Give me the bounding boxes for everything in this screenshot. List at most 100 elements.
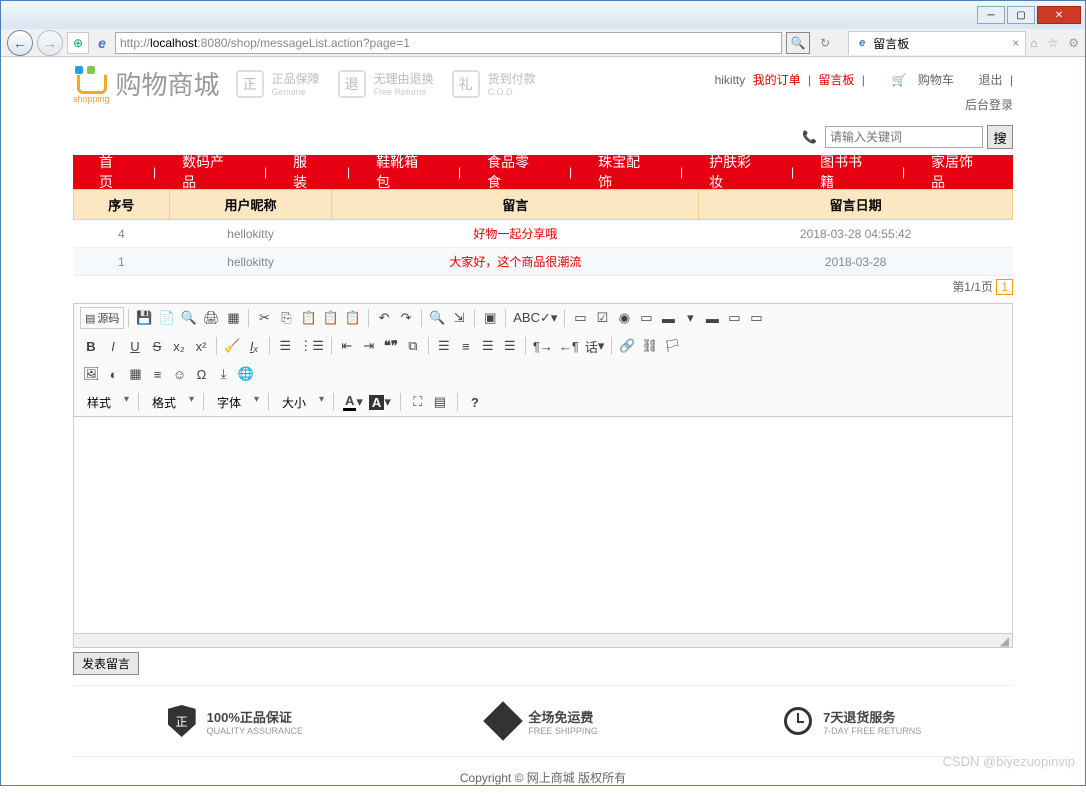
image-icon[interactable]: 🖼: [80, 363, 103, 385]
font-dropdown[interactable]: 字体: [210, 392, 262, 413]
close-button[interactable]: ✕: [1037, 6, 1081, 24]
logout-link[interactable]: 退出: [979, 73, 1003, 87]
flash-icon[interactable]: ◐: [103, 363, 125, 385]
align-left-icon[interactable]: ☰: [433, 335, 455, 357]
size-dropdown[interactable]: 大小: [275, 392, 327, 413]
favorites-icon[interactable]: ☆: [1047, 36, 1058, 50]
styles-dropdown[interactable]: 样式: [80, 392, 132, 413]
nav-item[interactable]: 数码产品: [156, 152, 264, 192]
tab-close-icon[interactable]: ×: [1012, 36, 1019, 50]
checkbox-icon[interactable]: ☑: [591, 307, 613, 329]
search-button[interactable]: 搜: [987, 125, 1013, 149]
select-all-icon[interactable]: ▣: [479, 307, 501, 329]
table-icon[interactable]: ▦: [125, 363, 147, 385]
settings-icon[interactable]: ⚙: [1068, 36, 1079, 50]
paste-text-icon[interactable]: 📋: [320, 307, 342, 329]
page-current[interactable]: 1: [996, 279, 1013, 295]
ltr-icon[interactable]: ¶→: [530, 335, 556, 357]
bg-color-icon[interactable]: A▾: [366, 391, 394, 413]
hr-icon[interactable]: ≡: [147, 363, 169, 385]
nav-item[interactable]: 珠宝配饰: [572, 152, 680, 192]
about-icon[interactable]: ?: [464, 391, 486, 413]
iframe-icon[interactable]: 🌐: [235, 363, 257, 385]
templates-icon[interactable]: ▦: [222, 307, 244, 329]
spellcheck-icon[interactable]: ABC✓▾: [510, 307, 560, 329]
cart-link[interactable]: 购物车: [918, 73, 954, 87]
search-toggle[interactable]: 🔍: [786, 32, 810, 54]
anchor-icon[interactable]: 🏳: [661, 335, 684, 357]
specialchar-icon[interactable]: Ω: [191, 363, 213, 385]
paste-word-icon[interactable]: 📋: [342, 307, 364, 329]
maximize-icon[interactable]: ⛶: [407, 391, 429, 413]
find-icon[interactable]: 🔍: [426, 307, 448, 329]
clear-format-icon[interactable]: Iₓ: [243, 335, 265, 357]
ul-icon[interactable]: ⋮☰: [296, 335, 327, 357]
nav-item[interactable]: 家居饰品: [905, 152, 1013, 192]
search-input[interactable]: [825, 126, 983, 148]
new-page-icon[interactable]: 📄: [156, 307, 178, 329]
strike-icon[interactable]: S: [146, 335, 168, 357]
paste-icon[interactable]: 📋: [297, 307, 319, 329]
div-icon[interactable]: ⧉: [402, 335, 424, 357]
link-icon[interactable]: 🔗: [616, 335, 638, 357]
showblocks-icon[interactable]: ▤: [429, 391, 451, 413]
maximize-button[interactable]: ▢: [1007, 6, 1035, 24]
language-dropdown[interactable]: 话▾: [582, 335, 608, 357]
refresh-button[interactable]: ↻: [814, 36, 836, 50]
editor-body[interactable]: [74, 417, 1012, 633]
preview-icon[interactable]: 🔍: [178, 307, 200, 329]
superscript-icon[interactable]: x²: [190, 335, 212, 357]
print-icon[interactable]: 🖨: [200, 307, 223, 329]
text-color-icon[interactable]: A▾: [340, 391, 366, 413]
cut-icon[interactable]: ✂: [253, 307, 275, 329]
outdent-icon[interactable]: ⇤: [336, 335, 358, 357]
nav-item[interactable]: 食品零食: [461, 152, 569, 192]
form-icon[interactable]: ▭: [569, 307, 591, 329]
indent-icon[interactable]: ⇥: [358, 335, 380, 357]
minimize-button[interactable]: ─: [977, 6, 1005, 24]
align-justify-icon[interactable]: ☰: [499, 335, 521, 357]
replace-icon[interactable]: ⇲: [448, 307, 470, 329]
address-bar[interactable]: http://localhost:8080/shop/messageList.a…: [115, 32, 782, 54]
radio-icon[interactable]: ◉: [613, 307, 635, 329]
nav-item[interactable]: 护肤彩妆: [683, 152, 791, 192]
nav-item[interactable]: 首页: [73, 152, 153, 192]
textfield-icon[interactable]: ▭: [635, 307, 657, 329]
copy-icon[interactable]: ⎘: [275, 307, 297, 329]
source-button[interactable]: ▤ 源码: [80, 307, 124, 329]
ol-icon[interactable]: ☰: [274, 335, 296, 357]
underline-icon[interactable]: U: [124, 335, 146, 357]
nav-item[interactable]: 鞋靴箱包: [350, 152, 458, 192]
unlink-icon[interactable]: ⛓: [639, 335, 662, 357]
security-icon[interactable]: ⊕: [67, 32, 89, 54]
browser-tab[interactable]: e 留言板 ×: [848, 31, 1026, 55]
nav-item[interactable]: 服装: [267, 152, 347, 192]
message-board-link[interactable]: 留言板: [818, 73, 854, 87]
editor-resize-handle[interactable]: ◢: [74, 633, 1012, 647]
back-button[interactable]: ←: [7, 30, 33, 56]
align-right-icon[interactable]: ☰: [477, 335, 499, 357]
textarea-icon[interactable]: ▬: [657, 307, 679, 329]
rtl-icon[interactable]: ←¶: [556, 335, 582, 357]
site-logo[interactable]: shopping 购物商城: [73, 63, 220, 104]
format-dropdown[interactable]: 格式: [145, 392, 197, 413]
pagebreak-icon[interactable]: ⤓: [213, 363, 235, 385]
hidden-icon[interactable]: ▭: [745, 307, 767, 329]
subscript-icon[interactable]: x₂: [168, 335, 190, 357]
my-orders-link[interactable]: 我的订单: [753, 73, 801, 87]
nav-item[interactable]: 图书书籍: [794, 152, 902, 192]
imagebutton-icon[interactable]: ▭: [723, 307, 745, 329]
home-icon[interactable]: ⌂: [1030, 36, 1037, 50]
redo-icon[interactable]: ↷: [395, 307, 417, 329]
remove-format-icon[interactable]: 🧹: [221, 335, 243, 357]
button-icon[interactable]: ▬: [701, 307, 723, 329]
blockquote-icon[interactable]: ❝❞: [380, 335, 402, 357]
backend-login-link[interactable]: 后台登录: [965, 98, 1013, 112]
align-center-icon[interactable]: ≡: [455, 335, 477, 357]
italic-icon[interactable]: I: [102, 335, 124, 357]
save-icon[interactable]: 💾: [133, 307, 155, 329]
submit-button[interactable]: 发表留言: [73, 652, 139, 675]
forward-button[interactable]: →: [37, 30, 63, 56]
undo-icon[interactable]: ↶: [373, 307, 395, 329]
bold-icon[interactable]: B: [80, 335, 102, 357]
